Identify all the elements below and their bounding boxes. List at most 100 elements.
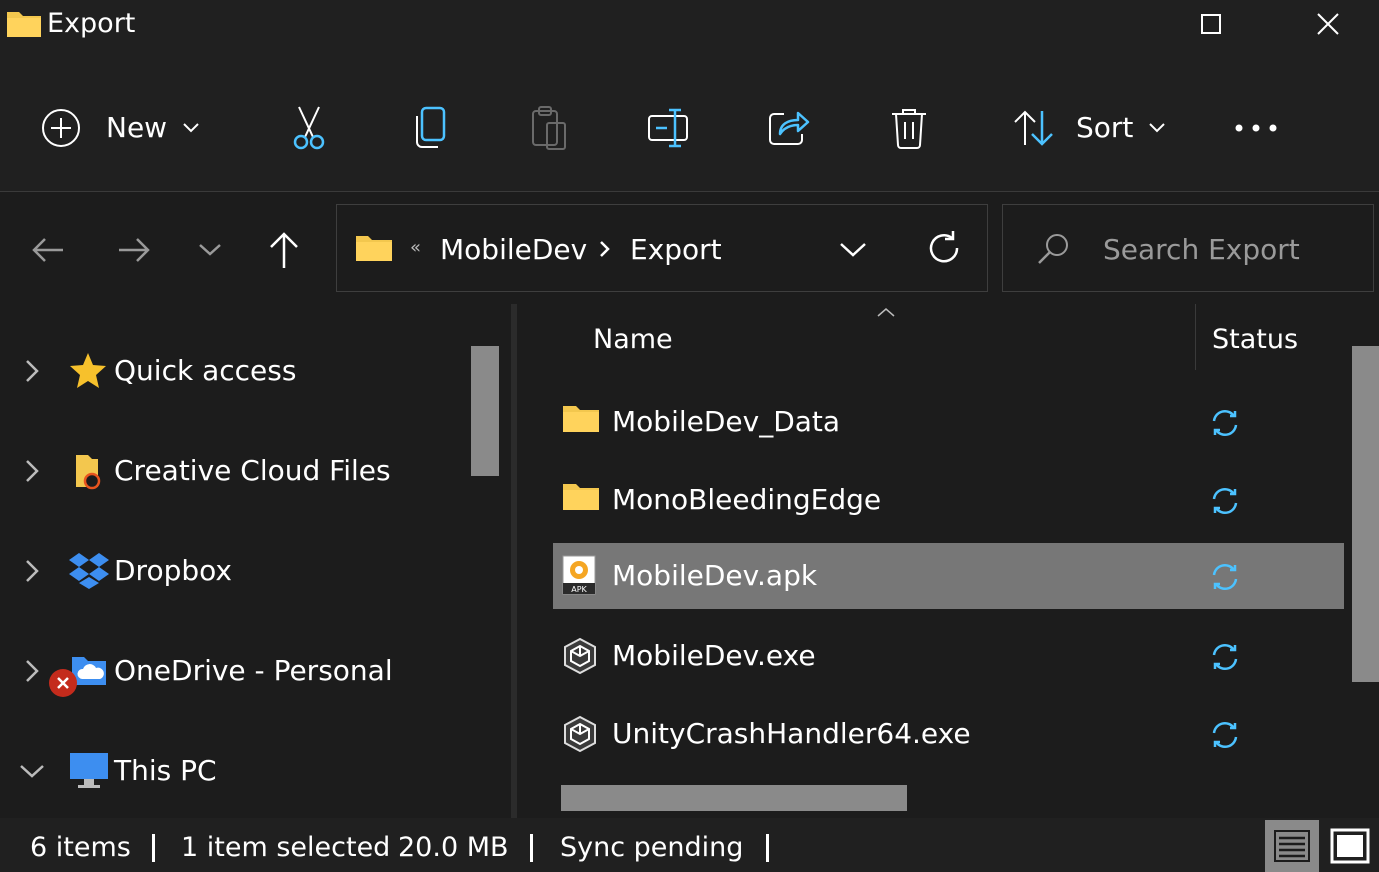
column-separator[interactable] xyxy=(1195,304,1196,370)
status-separator xyxy=(530,834,533,862)
sync-status: Sync pending xyxy=(560,832,744,863)
sidebar-item-dropbox[interactable]: Dropbox xyxy=(0,541,470,601)
sync-pending-icon xyxy=(1212,487,1238,515)
breadcrumb-overflow[interactable]: « xyxy=(410,230,421,266)
arrow-up-icon xyxy=(270,232,298,268)
paste-button[interactable] xyxy=(524,100,574,156)
star-icon xyxy=(70,353,106,388)
chevron-down-icon xyxy=(183,123,199,133)
chevron-down-icon xyxy=(840,243,866,257)
minimize-button[interactable] xyxy=(1037,0,1153,48)
chevron-down-icon xyxy=(1149,123,1166,133)
refresh-button[interactable] xyxy=(920,224,968,272)
status-separator xyxy=(766,834,769,862)
sync-pending-icon xyxy=(1212,721,1238,749)
apk-file-icon: APK xyxy=(562,555,596,595)
folder-icon xyxy=(563,484,599,510)
dropbox-icon xyxy=(69,553,109,589)
new-button[interactable]: New xyxy=(40,100,220,156)
file-row-mobiledev-data[interactable]: MobileDev_Data xyxy=(553,389,1344,455)
file-name: MobileDev_Data xyxy=(612,405,841,438)
recent-locations-button[interactable] xyxy=(190,228,230,272)
sync-pending-icon xyxy=(1212,643,1238,671)
breadcrumb-export[interactable]: Export xyxy=(630,232,722,268)
sort-button[interactable]: Sort xyxy=(1012,100,1172,156)
file-row-mobiledev-exe[interactable]: MobileDev.exe xyxy=(553,623,1344,689)
trash-icon xyxy=(892,109,926,149)
creative-cloud-folder-icon xyxy=(76,455,101,490)
chevron-right-icon xyxy=(26,360,39,382)
sort-label: Sort xyxy=(1076,111,1134,144)
copy-button[interactable] xyxy=(405,100,455,156)
plus-circle-icon xyxy=(42,109,80,147)
sync-error-icon xyxy=(48,668,78,698)
file-name: MobileDev.apk xyxy=(612,559,818,592)
chevron-right-icon xyxy=(26,660,39,682)
back-button[interactable] xyxy=(26,228,70,272)
file-row-mobiledev-apk[interactable]: APK MobileDev.apk xyxy=(553,543,1344,609)
large-icons-view-icon xyxy=(1330,828,1370,864)
sidebar-item-label: Dropbox xyxy=(114,554,232,587)
breadcrumb-separator-icon xyxy=(599,240,611,258)
minimize-icon xyxy=(1085,14,1105,34)
chevron-right-icon xyxy=(26,460,39,482)
search-icon xyxy=(1036,232,1070,266)
rename-button[interactable] xyxy=(644,100,694,156)
chevron-down-icon xyxy=(20,765,44,778)
item-count: 6 items xyxy=(30,832,131,863)
large-icons-view-button[interactable] xyxy=(1324,820,1376,872)
column-header-name[interactable]: Name xyxy=(593,322,673,358)
sidebar-item-label: This PC xyxy=(114,754,217,787)
delete-button[interactable] xyxy=(884,100,934,156)
search-input[interactable]: Search Export xyxy=(1103,232,1300,268)
more-options-button[interactable] xyxy=(1228,100,1284,156)
file-list-horizontal-scrollbar[interactable] xyxy=(561,785,907,811)
sidebar-scrollbar[interactable] xyxy=(471,346,499,476)
file-name: MonoBleedingEdge xyxy=(612,483,882,516)
sidebar-item-onedrive-personal[interactable]: OneDrive - Personal xyxy=(0,641,470,701)
file-list-vertical-scrollbar[interactable] xyxy=(1352,346,1379,682)
close-icon xyxy=(1317,13,1339,35)
close-button[interactable] xyxy=(1270,0,1379,48)
sidebar-item-label: OneDrive - Personal xyxy=(114,654,393,687)
up-button[interactable] xyxy=(262,226,306,274)
arrow-left-icon xyxy=(32,238,63,262)
apk-icon-text: APK xyxy=(571,585,587,594)
rename-icon xyxy=(648,108,688,148)
sidebar-item-this-pc[interactable]: This PC xyxy=(0,741,470,801)
selection-info: 1 item selected xyxy=(181,832,391,863)
sidebar-item-label: Quick access xyxy=(114,354,297,387)
sidebar-item-creative-cloud-files[interactable]: Creative Cloud Files xyxy=(0,441,470,501)
breadcrumb-mobiledev[interactable]: MobileDev xyxy=(440,232,587,268)
ellipsis-icon xyxy=(1235,124,1277,132)
sort-icon xyxy=(1014,110,1053,146)
scissors-icon xyxy=(293,106,325,150)
folder-icon xyxy=(563,406,599,432)
arrow-right-icon xyxy=(119,238,150,262)
column-header-status[interactable]: Status xyxy=(1212,322,1298,358)
folder-icon xyxy=(6,8,42,38)
forward-button[interactable] xyxy=(112,228,156,272)
refresh-icon xyxy=(929,231,959,263)
maximize-button[interactable] xyxy=(1153,0,1269,48)
file-row-monobleedingedge[interactable]: MonoBleedingEdge xyxy=(553,467,1344,533)
details-view-button[interactable] xyxy=(1265,820,1319,872)
sidebar-item-quick-access[interactable]: Quick access xyxy=(0,341,470,401)
share-icon xyxy=(769,111,810,145)
share-button[interactable] xyxy=(764,100,814,156)
chevron-down-icon xyxy=(199,244,221,256)
window-title: Export xyxy=(47,8,136,39)
status-separator xyxy=(152,834,155,862)
unity-app-icon xyxy=(564,637,596,675)
divider xyxy=(0,191,1379,192)
cut-button[interactable] xyxy=(284,100,334,156)
sidebar-item-label: Creative Cloud Files xyxy=(114,454,391,487)
computer-icon xyxy=(70,753,108,788)
sort-ascending-icon xyxy=(876,306,896,318)
file-row-unitycrashhandler64-exe[interactable]: UnityCrashHandler64.exe xyxy=(553,701,1344,767)
paste-icon xyxy=(532,106,566,150)
sync-pending-icon xyxy=(1212,409,1238,437)
address-dropdown-button[interactable] xyxy=(830,230,876,270)
selection-size: 20.0 MB xyxy=(398,832,509,863)
details-view-icon xyxy=(1274,830,1310,862)
